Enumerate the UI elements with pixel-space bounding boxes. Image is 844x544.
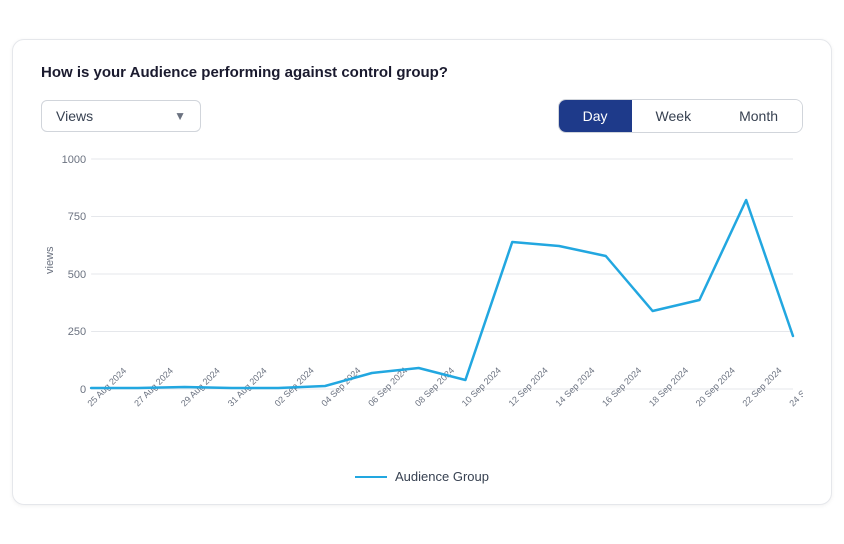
svg-text:750: 750 <box>68 211 86 223</box>
svg-text:12 Sep 2024: 12 Sep 2024 <box>507 365 550 408</box>
audience-group-legend-label: Audience Group <box>395 469 489 484</box>
svg-text:views: views <box>44 246 56 274</box>
svg-text:24 Sep 2024: 24 Sep 2024 <box>787 365 803 408</box>
card-title: How is your Audience performing against … <box>41 64 803 81</box>
controls-bar: Views ▼ Day Week Month <box>41 99 803 133</box>
toggle-day[interactable]: Day <box>559 100 632 132</box>
audience-group-legend-line <box>355 476 387 478</box>
chart-legend: Audience Group <box>41 469 803 484</box>
chart-area: 1000 750 500 250 0 views 25 Aug 2024 27 … <box>41 149 803 459</box>
toggle-month[interactable]: Month <box>715 100 802 132</box>
svg-text:500: 500 <box>68 269 86 281</box>
svg-text:20 Sep 2024: 20 Sep 2024 <box>694 365 737 408</box>
svg-text:1000: 1000 <box>62 154 87 166</box>
metric-dropdown[interactable]: Views ▼ <box>41 100 201 132</box>
chevron-down-icon: ▼ <box>174 109 186 123</box>
toggle-week[interactable]: Week <box>632 100 716 132</box>
svg-text:250: 250 <box>68 326 86 338</box>
audience-group-line <box>91 200 793 388</box>
svg-text:14 Sep 2024: 14 Sep 2024 <box>553 365 596 408</box>
svg-text:0: 0 <box>80 384 86 396</box>
line-chart: 1000 750 500 250 0 views 25 Aug 2024 27 … <box>41 149 803 459</box>
svg-text:18 Sep 2024: 18 Sep 2024 <box>647 365 690 408</box>
svg-text:16 Sep 2024: 16 Sep 2024 <box>600 365 643 408</box>
time-toggle-group: Day Week Month <box>558 99 803 133</box>
svg-text:10 Sep 2024: 10 Sep 2024 <box>460 365 503 408</box>
dropdown-label: Views <box>56 108 93 124</box>
svg-text:22 Sep 2024: 22 Sep 2024 <box>740 365 783 408</box>
analytics-card: How is your Audience performing against … <box>12 39 832 505</box>
